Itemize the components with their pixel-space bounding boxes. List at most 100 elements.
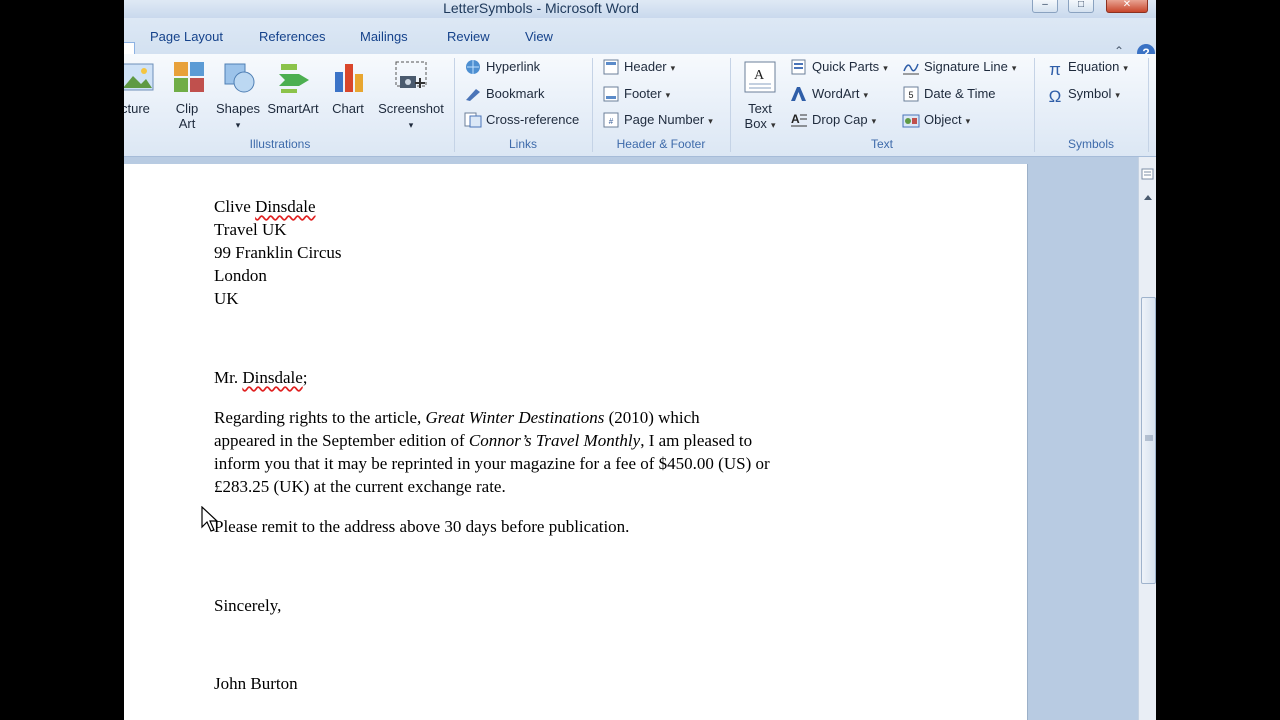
picture-icon	[124, 63, 154, 91]
shapes-button[interactable]: Shapes ▾	[208, 54, 268, 136]
address-first-name: Clive	[214, 197, 251, 216]
clip-art-line1: Clip	[175, 101, 199, 116]
body-line-2-a: appeared in the September edition of	[214, 431, 469, 450]
document-page[interactable]: Clive Dinsdale Travel UK 99 Franklin Cir…	[124, 164, 1028, 720]
footer-icon	[603, 86, 619, 102]
scrollbar-thumb[interactable]	[1141, 297, 1156, 584]
body-line-3: inform you that it may be reprinted in y…	[214, 454, 770, 473]
closing: Sincerely,	[214, 596, 282, 615]
text-box-line1: Text	[748, 101, 772, 116]
shapes-text: Shapes	[215, 101, 261, 116]
signature-line-label: Signature Line	[924, 59, 1008, 74]
hyperlink-icon	[466, 59, 480, 74]
footer-button[interactable]: Footer ▾	[602, 83, 670, 105]
picture-button[interactable]: icture	[124, 54, 162, 136]
scroll-up-icon[interactable]	[1143, 193, 1153, 201]
shapes-label: Shapes ▾	[208, 101, 268, 133]
salutation: Mr. Dinsdale;	[214, 368, 308, 388]
footer-dropdown-icon: ▾	[665, 90, 671, 100]
illustrations-group-label: Illustrations	[249, 137, 311, 151]
object-dropdown-icon: ▾	[965, 116, 971, 126]
article-title: Great Winter Destinations	[425, 408, 605, 427]
page-number-label: Page Number	[624, 112, 705, 127]
signature-name: John Burton	[214, 674, 298, 693]
quick-parts-icon	[791, 59, 806, 75]
tab-references[interactable]: References	[259, 29, 325, 44]
header-button[interactable]: Header ▾	[602, 56, 675, 78]
quick-parts-dropdown-icon: ▾	[883, 63, 888, 73]
body-line-1: Regarding rights to the article, Great W…	[214, 408, 700, 428]
object-label: Object	[924, 112, 962, 127]
equation-label: Equation	[1068, 59, 1120, 74]
smartart-label: SmartArt	[267, 101, 319, 116]
bookmark-icon	[466, 88, 480, 101]
symbol-omega-icon: Ω	[1048, 86, 1062, 106]
tab-review[interactable]: Review	[447, 29, 490, 44]
address-country: UK	[214, 289, 239, 308]
screenshot-button[interactable]: Screenshot ▾	[376, 54, 446, 136]
screenshot-label: Screenshot ▾	[376, 101, 446, 133]
title-bar: LetterSymbols - Microsoft Word – □ ✕	[124, 0, 1156, 18]
screenshot-dropdown-icon: ▾	[408, 120, 414, 130]
svg-text:#: #	[609, 117, 614, 126]
chart-button[interactable]: Chart	[318, 54, 378, 136]
body-line-1-a: Regarding rights to the article,	[214, 408, 426, 427]
object-button[interactable]: Object ▾	[902, 109, 970, 131]
signature-line-dropdown-icon: ▾	[1011, 63, 1017, 73]
hyperlink-button[interactable]: Hyperlink	[464, 56, 540, 78]
minimize-button[interactable]: –	[1032, 0, 1058, 13]
symbols-group-label: Symbols	[1067, 137, 1114, 151]
signature-line-icon	[903, 63, 919, 75]
quick-parts-button[interactable]: Quick Parts ▾	[790, 56, 888, 78]
address-last-name: Dinsdale	[255, 197, 316, 216]
symbol-label: Symbol	[1068, 86, 1112, 101]
word-window: LetterSymbols - Microsoft Word – □ ✕ Pag…	[124, 0, 1156, 720]
bookmark-label: Bookmark	[486, 86, 545, 101]
quick-parts-label: Quick Parts	[812, 59, 880, 74]
text-box-dropdown-icon: ▾	[770, 120, 776, 130]
ribbon: icture ClipArt Shapes ▾ SmartArt Chart Sc…	[124, 54, 1156, 157]
tab-page-layout[interactable]: Page Layout	[150, 29, 223, 44]
group-divider	[1148, 58, 1149, 152]
close-button[interactable]: ✕	[1106, 0, 1148, 13]
smartart-button[interactable]: SmartArt	[263, 54, 323, 136]
cross-reference-button[interactable]: Cross-reference	[464, 109, 579, 131]
salutation-name: Dinsdale	[242, 368, 303, 387]
picture-label: icture	[124, 101, 150, 116]
text-box-button[interactable]: A Text Box ▾	[734, 54, 786, 136]
header-label: Header	[624, 59, 667, 74]
svg-text:5: 5	[908, 90, 913, 100]
equation-pi-icon: π	[1049, 59, 1061, 79]
ribbon-tab-bar: Page Layout References Mailings Review V…	[124, 18, 1156, 73]
symbol-button[interactable]: Ω Symbol ▾	[1046, 83, 1120, 106]
cross-reference-label: Cross-reference	[486, 112, 580, 127]
drop-cap-icon: A	[791, 112, 807, 127]
tab-mailings[interactable]: Mailings	[360, 29, 408, 44]
mouse-cursor-icon	[201, 506, 219, 532]
signature-line-button[interactable]: Signature Line ▾	[902, 56, 1016, 78]
equation-button[interactable]: π Equation ▾	[1046, 56, 1128, 79]
drop-cap-button[interactable]: A Drop Cap ▾	[790, 109, 876, 131]
wordart-icon	[791, 86, 806, 101]
page-number-button[interactable]: # Page Number ▾	[602, 109, 713, 131]
date-time-label: Date & Time	[924, 86, 996, 101]
wordart-label: WordArt	[812, 86, 860, 101]
wordart-button[interactable]: WordArt ▾	[790, 83, 868, 105]
text-box-label: Text Box ▾	[734, 101, 786, 133]
svg-text:A: A	[791, 112, 800, 126]
screenshot-text: Screenshot	[378, 101, 444, 116]
drop-cap-label: Drop Cap	[812, 112, 868, 127]
tab-view[interactable]: View	[525, 29, 553, 44]
date-time-button[interactable]: 5 Date & Time	[902, 83, 996, 105]
header-icon	[603, 59, 619, 75]
page-number-icon: #	[603, 112, 619, 128]
drop-cap-dropdown-icon: ▾	[871, 116, 877, 126]
hyperlink-label: Hyperlink	[486, 59, 541, 74]
body-line-1-c: (2010) which	[604, 408, 700, 427]
ruler-toggle-icon[interactable]	[1141, 167, 1155, 181]
date-time-icon: 5	[903, 86, 919, 102]
symbol-dropdown-icon: ▾	[1115, 90, 1120, 100]
vertical-scrollbar[interactable]	[1138, 157, 1156, 720]
maximize-button[interactable]: □	[1068, 0, 1094, 13]
bookmark-button[interactable]: Bookmark	[464, 83, 545, 105]
